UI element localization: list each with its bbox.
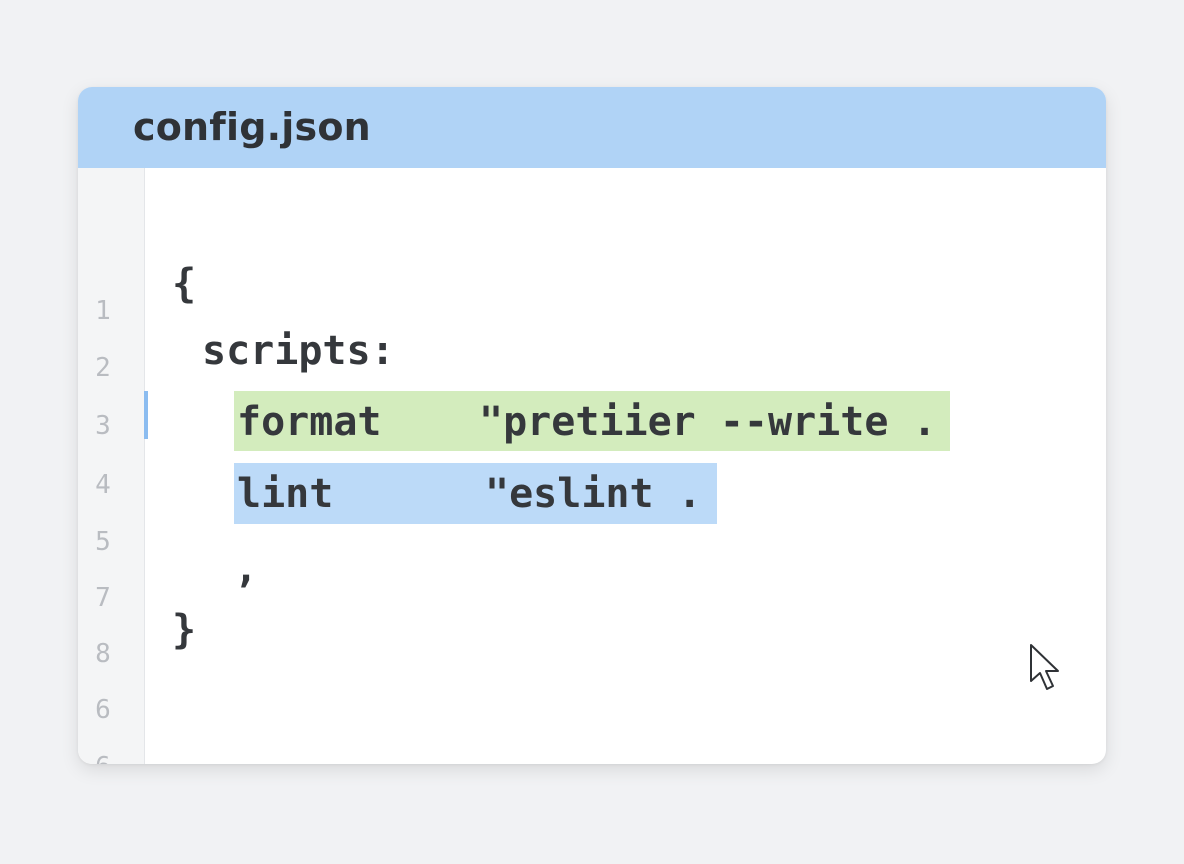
line-number: 4 xyxy=(95,470,111,500)
code-lint-value[interactable]: "eslint . xyxy=(485,470,702,518)
line-number: 8 xyxy=(95,639,111,669)
code-scripts-key[interactable]: scripts: xyxy=(202,327,395,375)
title-bar: config.json xyxy=(78,87,1106,168)
line-number: 6 xyxy=(78,752,128,764)
line-number: 6 xyxy=(95,695,111,725)
active-line-marker xyxy=(144,391,148,439)
line-number: 7 xyxy=(95,583,111,613)
code-open-brace[interactable]: { xyxy=(172,260,196,308)
line-number: 1 xyxy=(95,296,111,326)
code-comma[interactable]: , xyxy=(234,545,258,593)
code-lint-key[interactable]: lint xyxy=(237,470,333,518)
line-number: 5 xyxy=(95,527,111,557)
code-close-brace[interactable]: } xyxy=(172,606,196,654)
arrow-cursor-icon xyxy=(1030,644,1059,690)
code-format-key[interactable]: format xyxy=(237,398,382,446)
editor-window: config.json 1 2 3 4 5 7 8 6 6 { scripts:… xyxy=(78,87,1106,764)
line-number-gutter: 1 2 3 4 5 7 8 6 6 xyxy=(78,168,145,764)
file-name-tab[interactable]: config.json xyxy=(133,105,371,149)
line-number: 3 xyxy=(95,411,111,441)
line-number: 2 xyxy=(95,353,111,383)
code-format-value[interactable]: "pretiier --write . xyxy=(479,398,937,446)
